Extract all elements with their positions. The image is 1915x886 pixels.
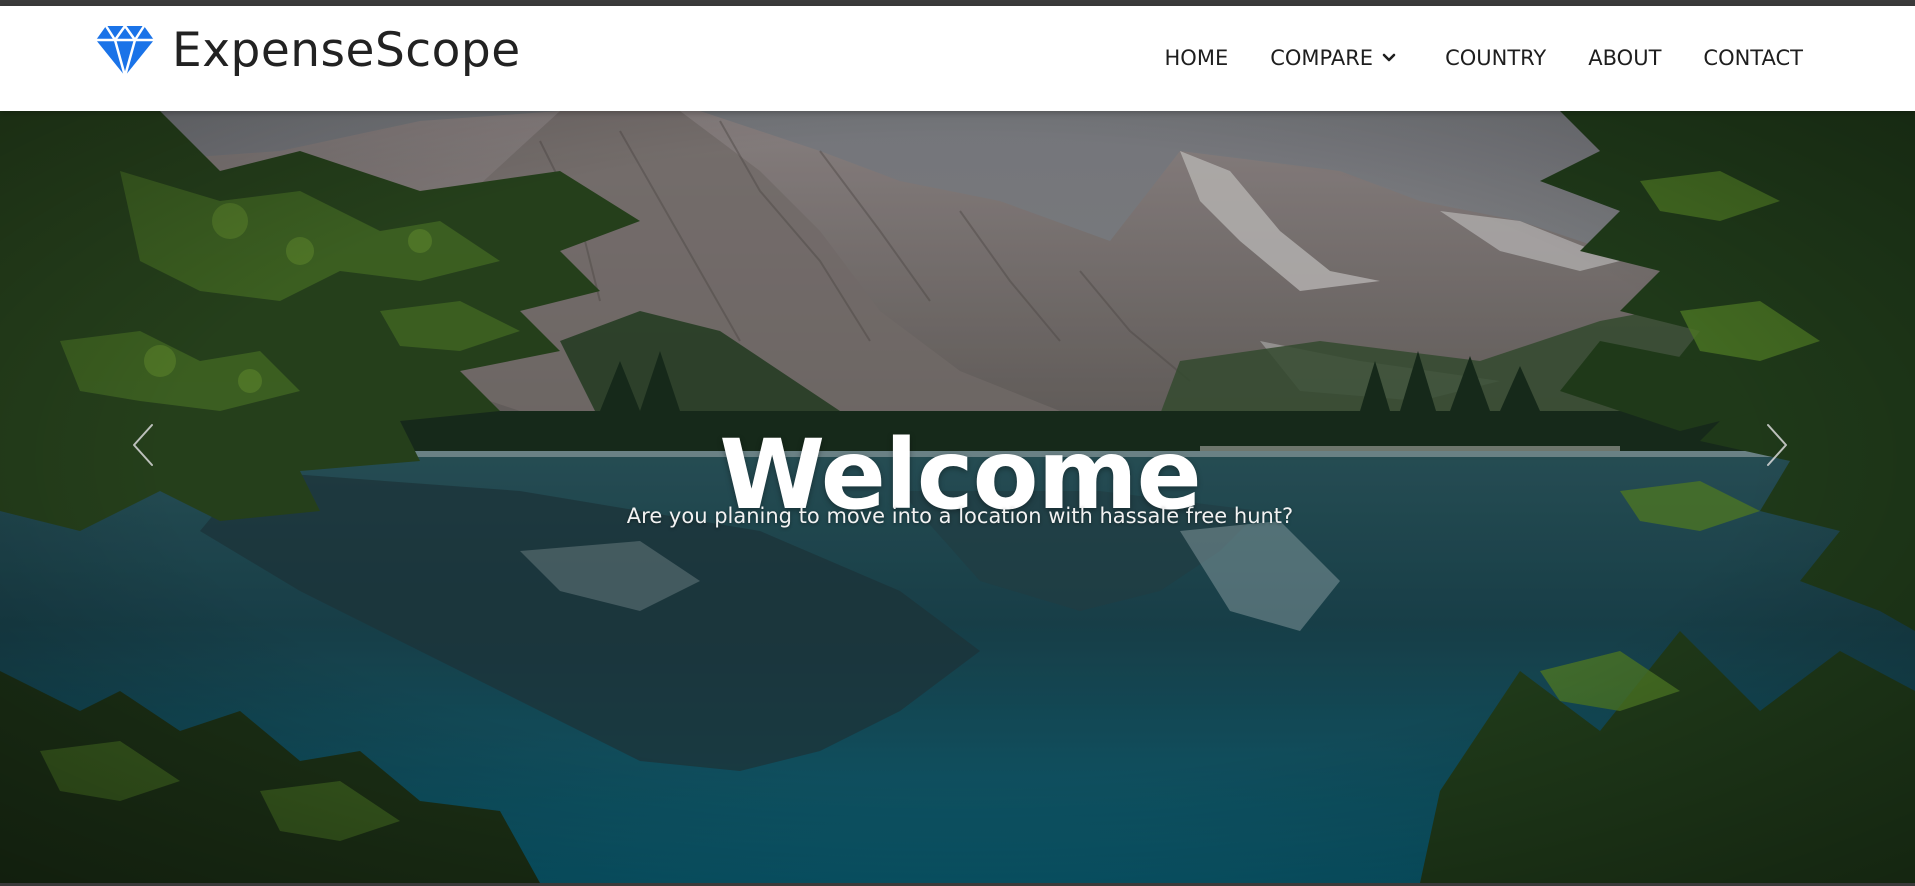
- site-header: ExpenseScope HOME COMPARE COUNTRY ABOUT …: [0, 6, 1915, 111]
- nav-contact-label: CONTACT: [1703, 46, 1803, 70]
- nav-country[interactable]: COUNTRY: [1445, 46, 1546, 70]
- hero-carousel: Welcome Are you planing to move into a l…: [0, 111, 1915, 883]
- diamond-icon: [96, 24, 154, 76]
- nav-country-label: COUNTRY: [1445, 46, 1547, 70]
- nav-contact[interactable]: CONTACT: [1703, 46, 1803, 70]
- nav-compare-label: COMPARE: [1270, 46, 1374, 70]
- nav-home[interactable]: HOME: [1165, 46, 1229, 70]
- hero-subtitle: Are you planing to move into a location …: [626, 504, 1294, 528]
- brand-logo-link[interactable]: ExpenseScope: [96, 24, 521, 76]
- brand-name: ExpenseScope: [172, 22, 521, 78]
- nav-about-label: ABOUT: [1588, 46, 1662, 70]
- nav-about[interactable]: ABOUT: [1588, 46, 1661, 70]
- nav-compare-dropdown[interactable]: COMPARE: [1270, 46, 1397, 70]
- chevron-down-icon: [1382, 53, 1396, 62]
- nav-home-label: HOME: [1164, 46, 1229, 70]
- main-nav: HOME COMPARE COUNTRY ABOUT CONTACT: [1123, 46, 1804, 70]
